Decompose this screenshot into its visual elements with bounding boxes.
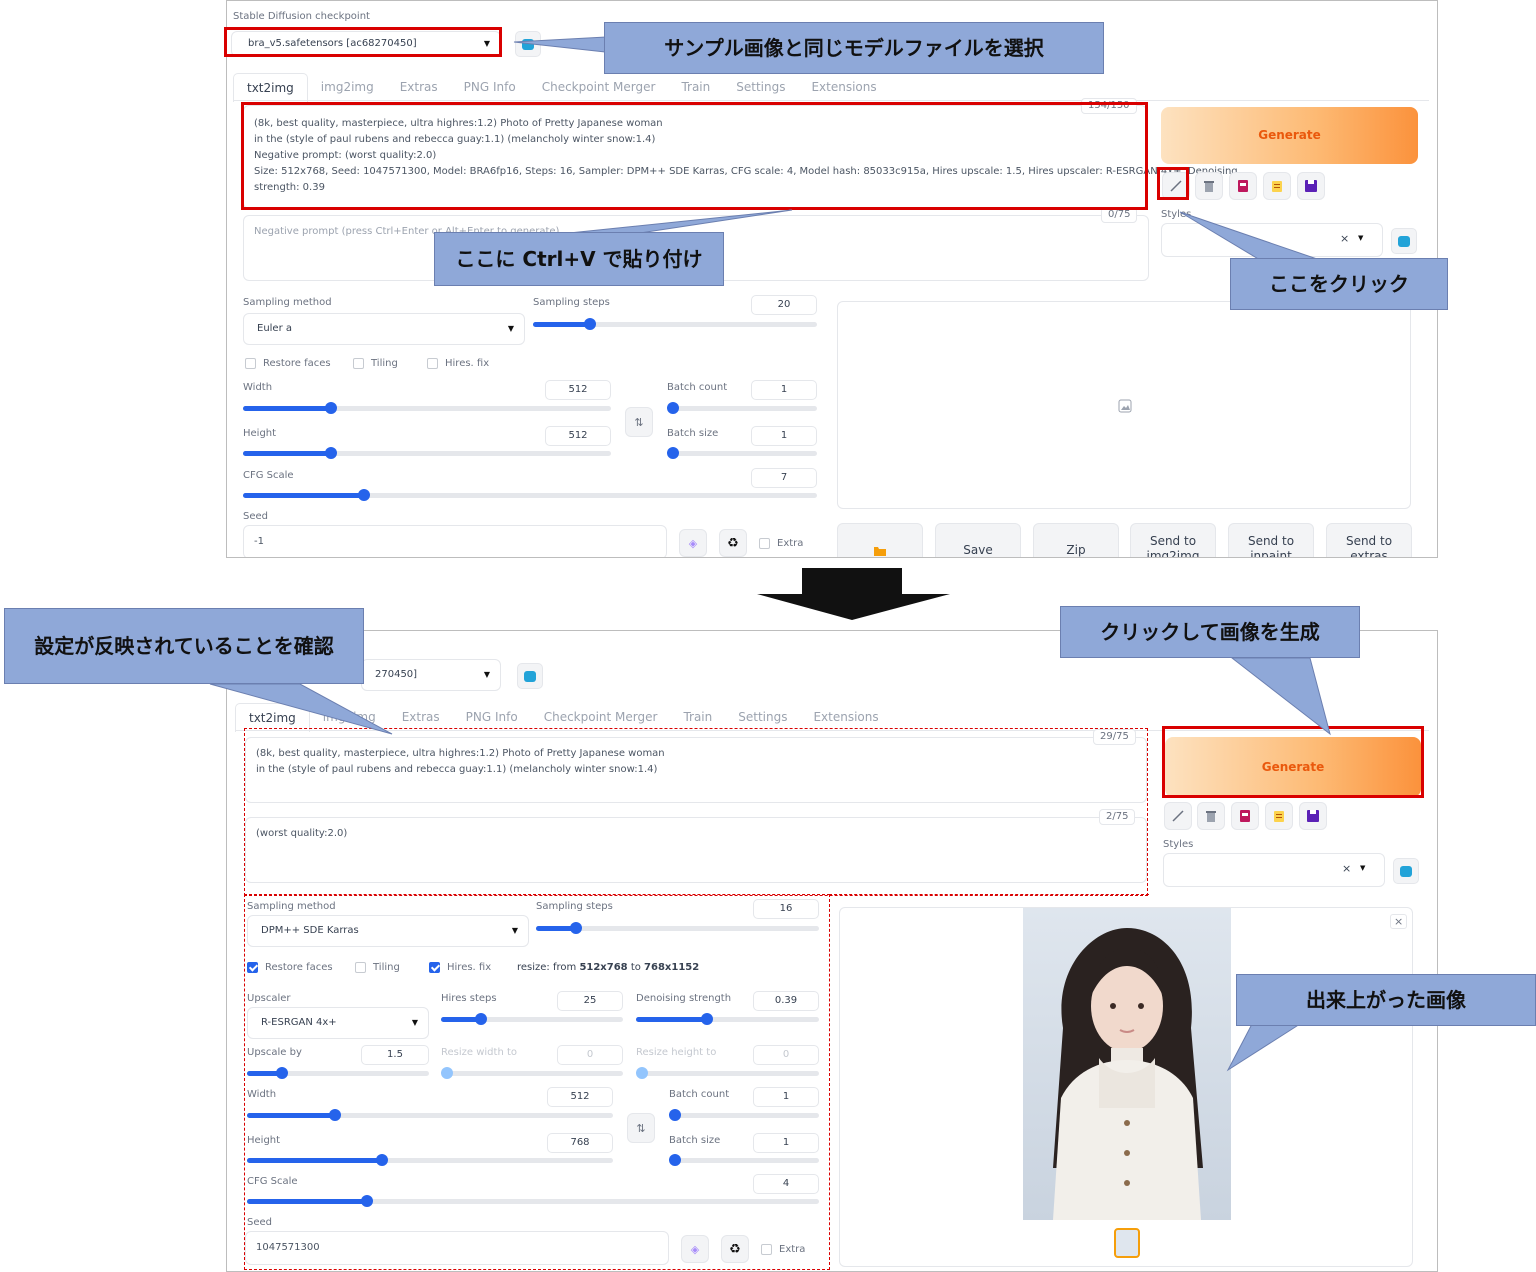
callout-click-here: ここをクリック [1230, 258, 1448, 310]
callout-result-image: 出来上がった画像 [1236, 974, 1536, 1026]
callout-click-generate: クリックして画像を生成 [1060, 606, 1360, 658]
callout-paste-here: ここに Ctrl+V で貼り付け [434, 232, 724, 286]
callout-select-model: サンプル画像と同じモデルファイルを選択 [604, 22, 1104, 74]
callout-confirm-settings: 設定が反映されていることを確認 [4, 608, 364, 684]
